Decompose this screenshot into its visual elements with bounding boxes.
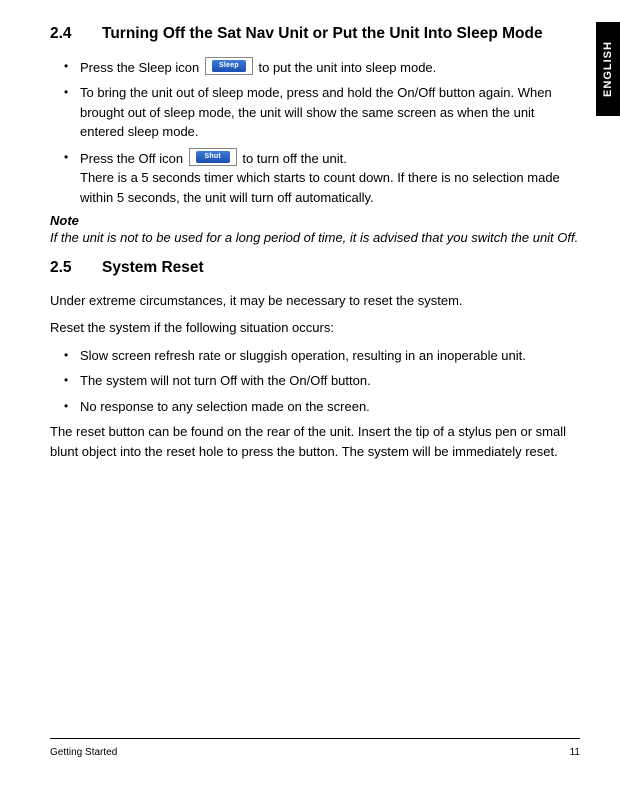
text: Press the Sleep icon: [80, 60, 203, 75]
list-item: To bring the unit out of sleep mode, pre…: [64, 83, 580, 142]
text: to put the unit into sleep mode.: [258, 60, 436, 75]
section-2-4-heading: 2.4 Turning Off the Sat Nav Unit or Put …: [50, 24, 580, 45]
page-footer: Getting Started 11: [50, 738, 580, 758]
list-item: Slow screen refresh rate or sluggish ope…: [64, 346, 580, 366]
section-title: System Reset: [102, 258, 204, 279]
language-tab-label: ENGLISH: [602, 41, 614, 97]
text: There is a 5 seconds timer which starts …: [80, 170, 560, 205]
list-item: Press the Sleep icon Sleep to put the un…: [64, 57, 580, 78]
paragraph: Under extreme circumstances, it may be n…: [50, 291, 580, 311]
section-2-5-heading: 2.5 System Reset: [50, 258, 580, 279]
paragraph: The reset button can be found on the rea…: [50, 422, 580, 461]
section-title: Turning Off the Sat Nav Unit or Put the …: [102, 24, 543, 45]
section-2-4-list: Press the Sleep icon Sleep to put the un…: [50, 57, 580, 208]
page: ENGLISH 2.4 Turning Off the Sat Nav Unit…: [0, 0, 620, 786]
text: The system will not turn Off with the On…: [80, 373, 371, 388]
footer-left: Getting Started: [50, 747, 117, 758]
list-item: The system will not turn Off with the On…: [64, 371, 580, 391]
note-text: If the unit is not to be used for a long…: [50, 228, 580, 248]
section-number: 2.4: [50, 24, 102, 45]
section-2-5-list: Slow screen refresh rate or sluggish ope…: [50, 346, 580, 417]
language-tab: ENGLISH: [596, 22, 620, 116]
list-item: No response to any selection made on the…: [64, 397, 580, 417]
sleep-icon-label: Sleep: [212, 60, 246, 72]
section-number: 2.5: [50, 258, 102, 279]
text: Press the Off icon: [80, 151, 187, 166]
note-label: Note: [50, 213, 580, 228]
paragraph: Reset the system if the following situat…: [50, 318, 580, 338]
sleep-icon: Sleep: [205, 57, 253, 75]
text: No response to any selection made on the…: [80, 399, 370, 414]
text: to turn off the unit.: [242, 151, 347, 166]
shut-icon-label: Shut: [196, 151, 230, 163]
page-number: 11: [570, 747, 580, 758]
list-item: Press the Off icon Shut to turn off the …: [64, 148, 580, 208]
text: Slow screen refresh rate or sluggish ope…: [80, 348, 526, 363]
text: To bring the unit out of sleep mode, pre…: [80, 85, 552, 139]
shut-icon: Shut: [189, 148, 237, 166]
